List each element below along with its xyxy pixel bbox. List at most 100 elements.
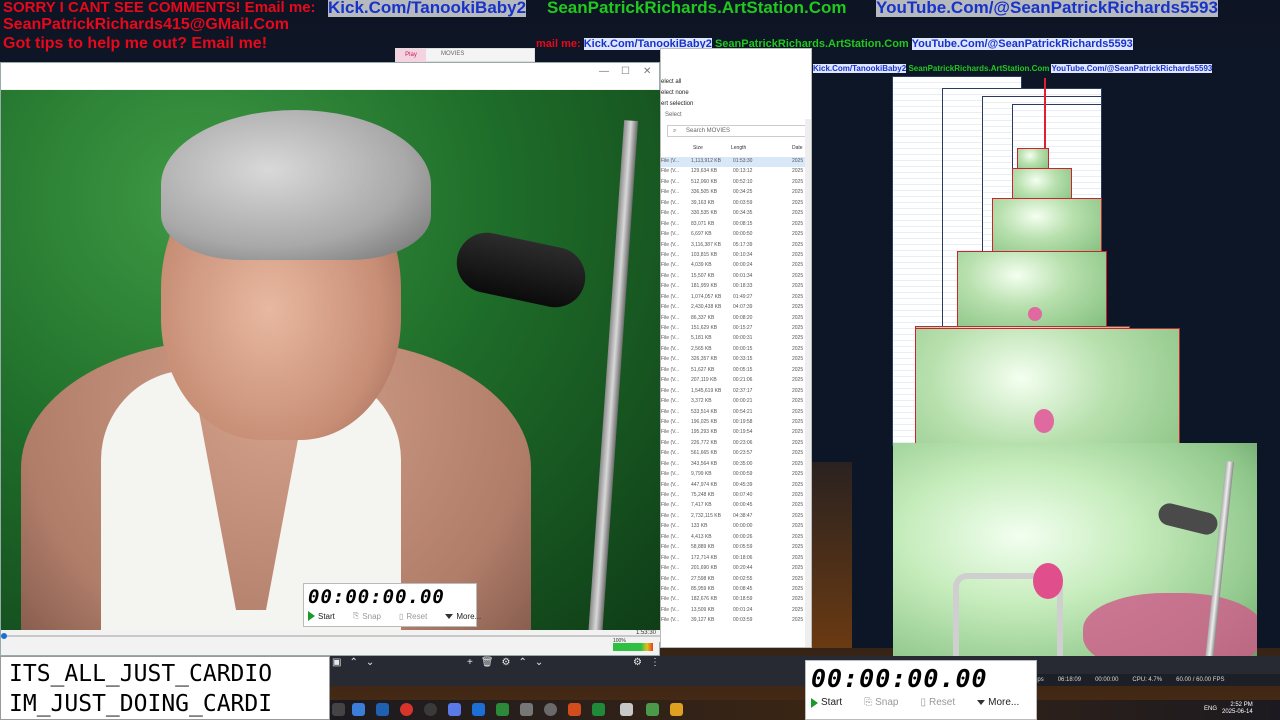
- file-row[interactable]: File (V... 86,337 KB 00:08:20 2025: [661, 314, 811, 324]
- file-row[interactable]: File (V... 195,293 KB 00:19:54 2025: [661, 428, 811, 438]
- minimize-icon[interactable]: —: [599, 66, 609, 77]
- file-row[interactable]: File (V... 39,127 KB 00:03:59 2025: [661, 616, 811, 626]
- taskbar-app-icon[interactable]: [520, 703, 533, 716]
- file-row[interactable]: File (V... 75,248 KB 00:07:40 2025: [661, 491, 811, 501]
- file-row[interactable]: File (V... 226,772 KB 00:23:06 2025: [661, 439, 811, 449]
- file-row[interactable]: File (V... 1,113,912 KB 01:53:30 2025: [661, 157, 811, 168]
- filter-icon[interactable]: ▣: [332, 657, 341, 668]
- start-button[interactable]: Start: [811, 697, 842, 708]
- more-button[interactable]: More...: [445, 612, 481, 621]
- column-length[interactable]: Length: [731, 145, 746, 151]
- file-explorer-window[interactable]: elect all elect none ert selection Selec…: [660, 48, 812, 648]
- file-row[interactable]: File (V... 103,815 KB 00:10:34 2025: [661, 251, 811, 261]
- taskbar-app-icon[interactable]: [448, 703, 461, 716]
- explorer-scrollbar[interactable]: [805, 119, 811, 647]
- file-row[interactable]: File (V... 2,565 KB 00:00:15 2025: [661, 345, 811, 355]
- file-row[interactable]: File (V... 533,514 KB 00:54:21 2025: [661, 408, 811, 418]
- file-row[interactable]: File (V... 3,372 KB 00:00:21 2025: [661, 397, 811, 407]
- file-row[interactable]: File (V... 1,545,619 KB 02:37:17 2025: [661, 387, 811, 397]
- tab-play[interactable]: Play: [396, 49, 426, 62]
- start-label: Start: [318, 611, 335, 621]
- source-settings-icon[interactable]: ⚙: [502, 657, 511, 668]
- file-row[interactable]: File (V... 83,071 KB 00:08:15 2025: [661, 220, 811, 230]
- close-icon[interactable]: ✕: [643, 66, 651, 77]
- menu-select-all[interactable]: elect all: [661, 77, 693, 88]
- column-size[interactable]: Size: [693, 145, 703, 151]
- move-down-icon[interactable]: ⌄: [366, 657, 374, 668]
- taskbar-app-icon[interactable]: [670, 703, 683, 716]
- snap-button[interactable]: ⎘ Snap: [864, 697, 898, 708]
- file-row[interactable]: File (V... 133 KB 00:00:00 2025: [661, 522, 811, 532]
- file-row[interactable]: File (V... 512,060 KB 00:52:10 2025: [661, 178, 811, 188]
- file-row[interactable]: File (V... 326,357 KB 00:33:15 2025: [661, 355, 811, 365]
- taskbar-app-icon[interactable]: [472, 703, 485, 716]
- maximize-icon[interactable]: ☐: [621, 66, 630, 77]
- reset-button[interactable]: ▯ Reset: [920, 697, 955, 708]
- file-row[interactable]: File (V... 343,564 KB 00:35:00 2025: [661, 460, 811, 470]
- file-row[interactable]: File (V... 2,430,438 KB 04:07:39 2025: [661, 303, 811, 313]
- taskbar-app-icon[interactable]: [568, 703, 581, 716]
- add-source-icon[interactable]: +: [467, 657, 473, 668]
- file-row[interactable]: File (V... 3,116,387 KB 05:17:39 2025: [661, 241, 811, 251]
- file-row[interactable]: File (V... 4,413 KB 00:00:26 2025: [661, 533, 811, 543]
- file-row[interactable]: File (V... 201,690 KB 00:20:44 2025: [661, 564, 811, 574]
- file-row[interactable]: File (V... 5,181 KB 00:00:31 2025: [661, 334, 811, 344]
- file-row[interactable]: File (V... 172,714 KB 00:18:06 2025: [661, 554, 811, 564]
- taskbar-app-icon[interactable]: [496, 703, 509, 716]
- file-row[interactable]: File (V... 4,039 KB 00:00:24 2025: [661, 261, 811, 271]
- source-up-icon[interactable]: ⌃: [519, 657, 527, 668]
- taskbar-app-icon[interactable]: [376, 703, 389, 716]
- file-row[interactable]: File (V... 336,505 KB 00:34:25 2025: [661, 188, 811, 198]
- file-row[interactable]: File (V... 182,676 KB 00:18:59 2025: [661, 595, 811, 605]
- taskbar-app-icon[interactable]: [620, 703, 633, 716]
- file-row[interactable]: File (V... 2,732,115 KB 04:38:47 2025: [661, 512, 811, 522]
- source-down-icon[interactable]: ⌄: [535, 657, 543, 668]
- taskbar-app-icon[interactable]: [544, 703, 557, 716]
- start-button[interactable]: Start: [308, 611, 335, 621]
- snap-button[interactable]: ⎘ Snap: [353, 611, 381, 621]
- file-row[interactable]: File (V... 7,417 KB 00:00:45 2025: [661, 501, 811, 511]
- file-row[interactable]: File (V... 6,697 KB 00:00:50 2025: [661, 230, 811, 240]
- file-date: 2025: [792, 387, 804, 394]
- file-row[interactable]: File (V... 85,959 KB 00:08:45 2025: [661, 585, 811, 595]
- explorer-search-input[interactable]: Search MOVIES: [667, 125, 807, 137]
- file-row[interactable]: File (V... 27,598 KB 00:02:55 2025: [661, 575, 811, 585]
- file-row[interactable]: File (V... 51,627 KB 00:05:15 2025: [661, 366, 811, 376]
- taskbar-app-icon[interactable]: [646, 703, 659, 716]
- media-player-window[interactable]: — ☐ ✕ 1:53:30 100%: [0, 62, 660, 656]
- file-row[interactable]: File (V... 39,163 KB 00:03:59 2025: [661, 199, 811, 209]
- taskbar-obs-icon[interactable]: [424, 703, 437, 716]
- file-row[interactable]: File (V... 58,889 KB 00:05:59 2025: [661, 543, 811, 553]
- language-indicator[interactable]: ENG: [1204, 706, 1217, 712]
- seek-handle[interactable]: [1, 633, 7, 639]
- file-row[interactable]: File (V... 330,535 KB 00:34:35 2025: [661, 209, 811, 219]
- file-row[interactable]: File (V... 129,634 KB 00:13:12 2025: [661, 167, 811, 177]
- file-row[interactable]: File (V... 207,119 KB 00:21:06 2025: [661, 376, 811, 386]
- column-date[interactable]: Date: [792, 145, 803, 151]
- file-row[interactable]: File (V... 151,629 KB 00:15:27 2025: [661, 324, 811, 334]
- taskbar-chrome-icon[interactable]: [400, 703, 413, 716]
- file-row[interactable]: File (V... 447,974 KB 00:45:39 2025: [661, 481, 811, 491]
- tab-movies[interactable]: MOVIES: [441, 51, 464, 57]
- file-row[interactable]: File (V... 181,959 KB 00:18:33 2025: [661, 282, 811, 292]
- file-row[interactable]: File (V... 196,025 KB 00:19:58 2025: [661, 418, 811, 428]
- file-row[interactable]: File (V... 561,665 KB 00:23:57 2025: [661, 449, 811, 459]
- player-seekbar[interactable]: 1:53:30: [1, 630, 660, 642]
- taskbar-app-icon[interactable]: [332, 703, 345, 716]
- reset-button[interactable]: ▯ Reset: [399, 612, 427, 621]
- mixer-settings-icon[interactable]: ⚙: [633, 657, 642, 668]
- mixer-menu-icon[interactable]: ⋮: [650, 657, 660, 668]
- file-row[interactable]: File (V... 13,509 KB 00:01:24 2025: [661, 606, 811, 616]
- file-row[interactable]: File (V... 1,074,057 KB 01:49:27 2025: [661, 293, 811, 303]
- file-row[interactable]: File (V... 9,799 KB 00:00:59 2025: [661, 470, 811, 480]
- menu-invert-selection[interactable]: ert selection: [661, 99, 693, 110]
- menu-select-none[interactable]: elect none: [661, 88, 693, 99]
- file-row[interactable]: File (V... 15,507 KB 00:01:34 2025: [661, 272, 811, 282]
- taskbar-app-icon[interactable]: [352, 703, 365, 716]
- remove-source-icon[interactable]: 🗑: [481, 657, 494, 668]
- system-clock[interactable]: 2:52 PM 2025-06-14: [1222, 702, 1253, 716]
- more-button[interactable]: More...: [977, 697, 1019, 708]
- volume-slider[interactable]: [613, 643, 653, 651]
- move-up-icon[interactable]: ⌃: [349, 657, 357, 668]
- taskbar-app-icon[interactable]: [592, 703, 605, 716]
